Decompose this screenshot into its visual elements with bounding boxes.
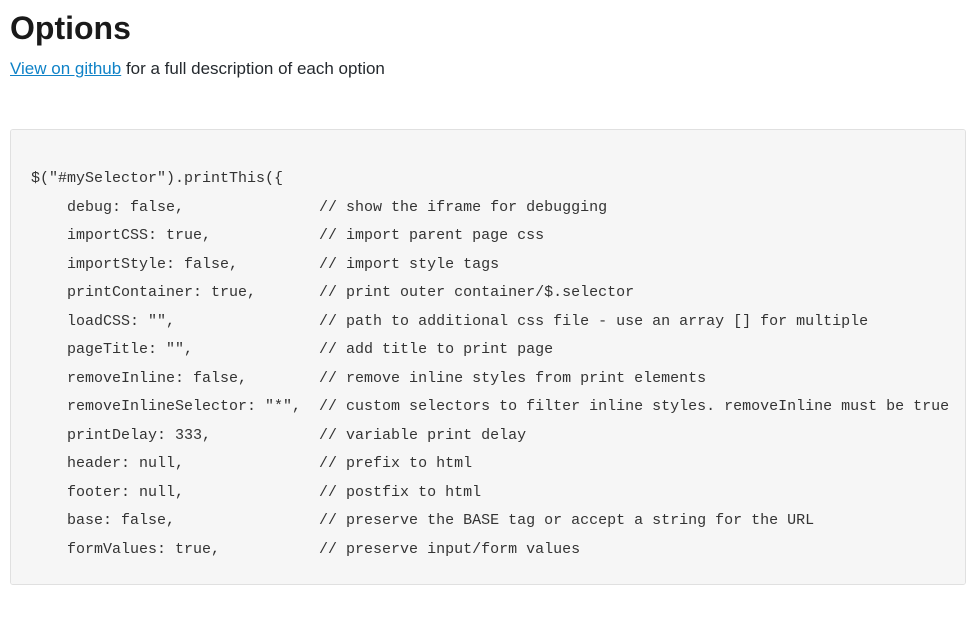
github-link[interactable]: View on github — [10, 59, 121, 78]
subtitle-text: for a full description of each option — [121, 59, 385, 78]
code-block: $("#mySelector").printThis({ debug: fals… — [10, 129, 966, 585]
section-subtitle: View on github for a full description of… — [10, 59, 966, 79]
section-heading: Options — [10, 10, 966, 47]
